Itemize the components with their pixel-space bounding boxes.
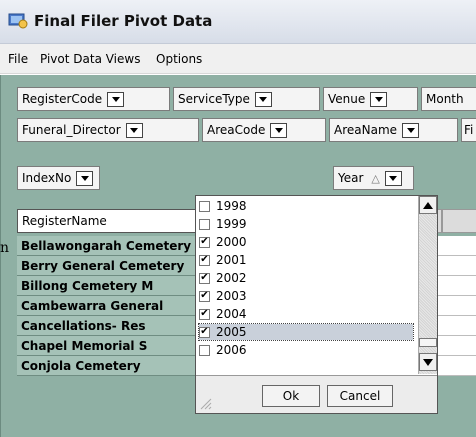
year-option[interactable]: 1999 <box>199 216 413 232</box>
year-option[interactable]: ✔ 2001 <box>199 252 413 268</box>
row-label[interactable]: Berry General Cemetery <box>17 256 200 276</box>
year-label: 2000 <box>216 235 247 249</box>
title-bar[interactable]: Final Filer Pivot Data <box>0 0 476 44</box>
checkbox[interactable]: ✔ <box>199 272 210 284</box>
scroll-down-arrow-icon[interactable] <box>419 353 437 371</box>
chevron-down-icon[interactable] <box>254 91 272 107</box>
checkbox[interactable] <box>199 218 210 230</box>
chevron-down-icon[interactable] <box>270 122 288 138</box>
row-label[interactable]: Conjola Cemetery <box>17 356 200 376</box>
year-option[interactable]: ✔ 2004 <box>199 306 413 322</box>
filter-areaname[interactable]: AreaName <box>329 118 458 142</box>
year-option[interactable]: ✔ 2002 <box>199 270 413 286</box>
year-list[interactable]: 1998 1999 ✔ 2000 ✔ 2001 ✔ 2002 ✔ 2003 ✔ 2004 … <box>196 196 437 376</box>
data-cell[interactable] <box>436 236 476 256</box>
year-label: 2001 <box>216 253 247 267</box>
row-label[interactable]: Chapel Memorial S <box>17 336 200 356</box>
filter-venue[interactable]: Venue <box>323 87 418 111</box>
data-cell[interactable] <box>436 336 476 356</box>
filter-month[interactable]: Month <box>421 87 476 111</box>
window-title: Final Filer Pivot Data <box>34 12 213 30</box>
cancel-button[interactable]: Cancel <box>327 385 393 407</box>
checkbox[interactable]: ✔ <box>199 308 210 320</box>
year-option[interactable]: 2006 <box>199 342 413 358</box>
year-label: 2002 <box>216 271 247 285</box>
year-option[interactable]: ✔ 2000 <box>199 234 413 250</box>
menu-pivot-data-views[interactable]: Pivot Data Views <box>40 52 140 66</box>
field-label: IndexNo <box>22 171 72 185</box>
year-filter-popup[interactable]: 1998 1999 ✔ 2000 ✔ 2001 ✔ 2002 ✔ 2003 ✔ 2004 … <box>195 195 438 414</box>
register-name-header[interactable]: RegisterName <box>17 209 200 233</box>
stray-label: n <box>0 240 10 256</box>
year-label: 1999 <box>216 217 247 231</box>
scroll-up-arrow-icon[interactable] <box>419 196 437 214</box>
data-cell[interactable] <box>436 296 476 316</box>
year-label: 2003 <box>216 289 247 303</box>
filter-servicetype[interactable]: ServiceType <box>173 87 320 111</box>
year-label: 1998 <box>216 199 247 213</box>
checkbox[interactable] <box>199 344 210 356</box>
ok-button[interactable]: Ok <box>262 385 320 407</box>
year-option[interactable]: ✔ 2003 <box>199 288 413 304</box>
column-header-cell <box>442 209 476 233</box>
data-cell[interactable] <box>436 256 476 276</box>
year-label: 2006 <box>216 343 247 357</box>
year-option[interactable]: 1998 <box>199 198 413 214</box>
checkbox[interactable] <box>199 200 210 212</box>
chevron-down-icon[interactable] <box>107 91 125 107</box>
column-field-year[interactable]: Year △ <box>333 166 414 190</box>
data-cell[interactable] <box>436 356 476 376</box>
row-label[interactable]: Billong Cemetery M <box>17 276 200 296</box>
field-label: RegisterName <box>22 214 107 228</box>
filter-label: AreaName <box>334 123 398 137</box>
filter-fi[interactable]: Fi <box>461 118 476 142</box>
filter-label: ServiceType <box>178 92 250 106</box>
menu-options[interactable]: Options <box>156 52 202 66</box>
chevron-down-icon[interactable] <box>125 122 143 138</box>
data-cell[interactable] <box>436 276 476 296</box>
filter-label: Venue <box>328 92 366 106</box>
vertical-scrollbar[interactable] <box>418 196 437 374</box>
filter-label: Fi <box>464 123 474 137</box>
filter-label: RegisterCode <box>22 92 103 106</box>
filter-registercode[interactable]: RegisterCode <box>17 87 170 111</box>
chevron-down-icon[interactable] <box>402 122 420 138</box>
menu-bar: File Pivot Data Views Options <box>0 44 476 74</box>
filter-label: Month <box>426 92 464 106</box>
checkbox[interactable]: ✔ <box>199 290 210 302</box>
app-icon <box>8 13 28 29</box>
chevron-down-icon[interactable] <box>76 170 94 186</box>
year-label: 2004 <box>216 307 247 321</box>
filter-funeral-director[interactable]: Funeral_Director <box>17 118 199 142</box>
checkbox[interactable]: ✔ <box>199 326 210 338</box>
data-cell[interactable] <box>436 316 476 336</box>
row-label[interactable]: Cambewarra General <box>17 296 200 316</box>
menu-file[interactable]: File <box>8 52 28 66</box>
sort-ascending-icon: △ <box>371 171 380 185</box>
resize-grip-icon[interactable] <box>200 398 212 410</box>
checkbox[interactable]: ✔ <box>199 254 210 266</box>
filter-areacode[interactable]: AreaCode <box>202 118 326 142</box>
filter-label: Funeral_Director <box>22 123 121 137</box>
chevron-down-icon[interactable] <box>384 170 402 186</box>
year-label: 2005 <box>216 325 247 339</box>
checkbox[interactable]: ✔ <box>199 236 210 248</box>
row-label[interactable]: Bellawongarah Cemetery <box>17 236 200 256</box>
scrollbar-thumb[interactable] <box>419 338 437 347</box>
row-label[interactable]: Cancellations- Res <box>17 316 200 336</box>
field-label: Year <box>338 171 364 185</box>
year-option-selected[interactable]: ✔ 2005 <box>198 323 414 341</box>
filter-label: AreaCode <box>207 123 266 137</box>
chevron-down-icon[interactable] <box>370 91 388 107</box>
row-field-indexno[interactable]: IndexNo <box>17 166 100 190</box>
